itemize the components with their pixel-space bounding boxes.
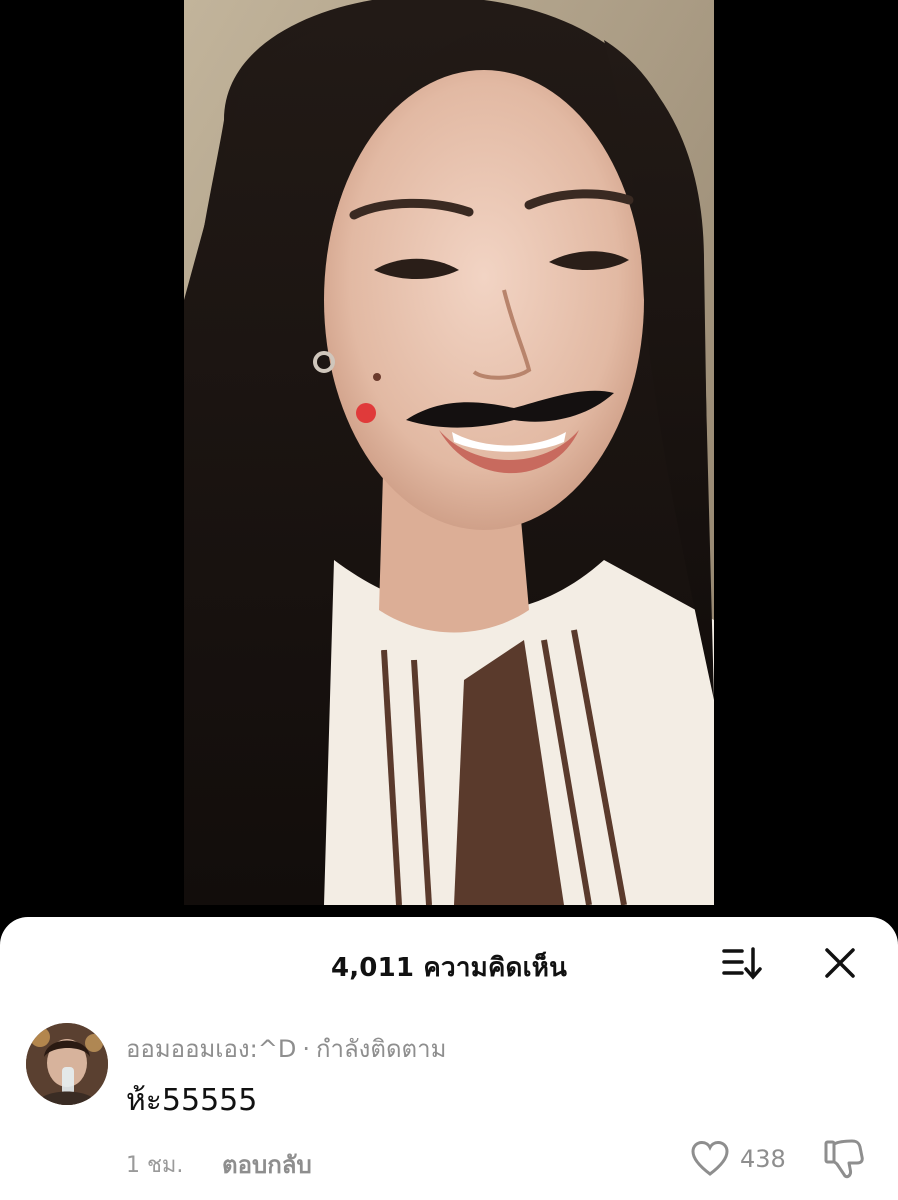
comment-time: 1 ชม. <box>126 1153 184 1178</box>
sort-button[interactable] <box>720 943 764 983</box>
reply-button[interactable]: ตอบกลับ <box>222 1145 312 1184</box>
thumbs-down-icon <box>824 1139 864 1179</box>
comments-sheet: 4,011 ความคิดเห็น ออมออมเอง:^D · กำลังติ… <box>0 917 898 1200</box>
comment-username[interactable]: ออมออมเอง:^D <box>126 1035 296 1063</box>
close-button[interactable] <box>820 943 860 983</box>
sort-descending-icon <box>722 947 762 980</box>
story-viewer: 4,011 ความคิดเห็น ออมออมเอง:^D · กำลังติ… <box>0 0 898 1200</box>
avatar-image <box>26 1023 108 1105</box>
follow-status: กำลังติดตาม <box>315 1035 447 1063</box>
close-icon <box>825 948 855 978</box>
video-image <box>184 0 714 905</box>
comment-text: ห้ะ55555 <box>126 1083 258 1118</box>
like-button[interactable] <box>690 1139 730 1179</box>
dislike-button[interactable] <box>822 1137 866 1181</box>
meta-separator: · <box>302 1035 310 1063</box>
comment-item: ออมออมเอง:^D · กำลังติดตาม ห้ะ55555 1 ชม. … <box>0 1017 898 1200</box>
heart-outline-icon <box>691 1140 729 1176</box>
video-frame[interactable] <box>184 0 714 905</box>
comment-meta: ออมออมเอง:^D · กำลังติดตาม <box>126 1029 446 1068</box>
avatar[interactable] <box>26 1023 108 1105</box>
like-count: 438 <box>740 1145 786 1173</box>
